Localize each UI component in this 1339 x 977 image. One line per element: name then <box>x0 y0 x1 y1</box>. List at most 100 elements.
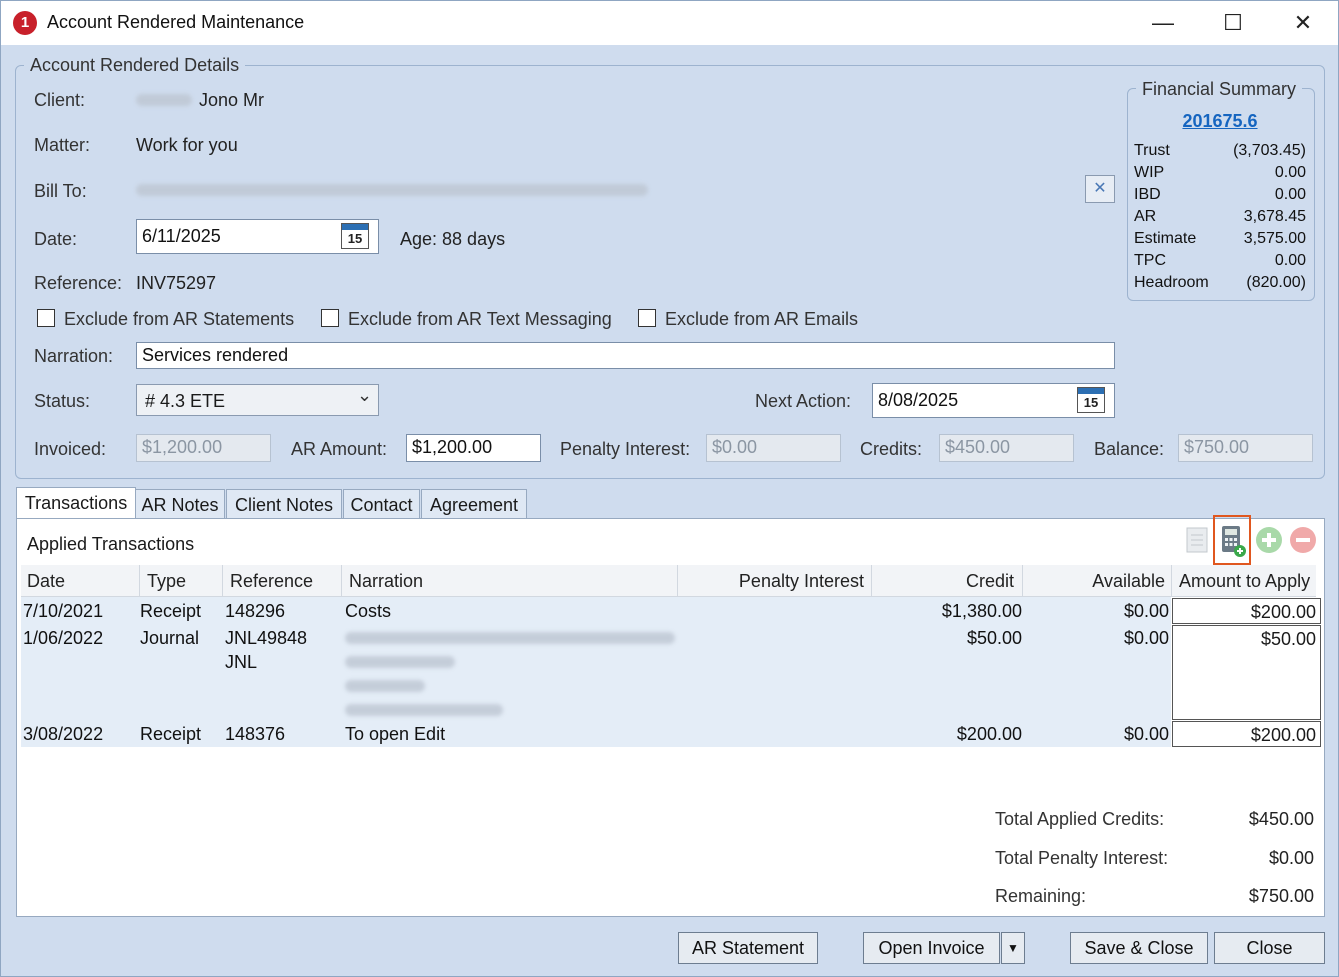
remove-icon[interactable] <box>1288 525 1318 555</box>
col-narration[interactable]: Narration <box>349 567 423 595</box>
financial-summary-label: Headroom <box>1134 274 1209 291</box>
app-logo-icon: 1 <box>13 11 37 35</box>
status-select[interactable]: # 4.3 ETE ⌄ <box>136 384 379 416</box>
tab-agreement[interactable]: Agreement <box>421 489 527 519</box>
calculator-add-button[interactable] <box>1213 515 1251 565</box>
row-date: 7/10/2021 <box>23 601 104 621</box>
exclude-emails-checkbox[interactable] <box>638 309 656 327</box>
total-applied-credits-label: Total Applied Credits: <box>995 809 1165 829</box>
billto-label: Bill To: <box>34 181 87 201</box>
row-date: 3/08/2022 <box>23 724 104 744</box>
report-icon <box>1186 527 1208 553</box>
amount-to-apply-input[interactable]: $200.00 <box>1172 598 1321 624</box>
tab-client-notes[interactable]: Client Notes <box>226 489 342 519</box>
col-date[interactable]: Date <box>27 567 65 595</box>
financial-summary-value: 3,575.00 <box>1243 230 1306 247</box>
date-label: Date: <box>34 229 78 249</box>
row-narration-redacted <box>345 704 503 716</box>
balance-label: Balance: <box>1094 439 1165 459</box>
matter-value: Work for you <box>136 135 238 155</box>
col-reference[interactable]: Reference <box>230 567 313 595</box>
row-available: $0.00 <box>1123 724 1169 744</box>
row-type: Receipt <box>140 601 202 621</box>
chevron-down-icon: ⌄ <box>357 385 373 405</box>
status-value: # 4.3 ETE <box>145 391 226 411</box>
financial-summary-value: 0.00 <box>1274 252 1306 269</box>
exclude-text-label[interactable]: Exclude from AR Text Messaging <box>348 309 612 330</box>
exclude-statements-checkbox[interactable] <box>37 309 55 327</box>
maximize-button[interactable]: ☐ <box>1211 7 1255 39</box>
row-reference: 148376 <box>225 724 286 744</box>
details-legend: Account Rendered Details <box>24 55 246 76</box>
row-credit: $1,380.00 <box>941 601 1022 621</box>
row-type: Journal <box>140 628 200 648</box>
calculator-add-icon <box>1222 526 1246 557</box>
ar-statement-button[interactable]: AR Statement <box>678 932 818 964</box>
invoiced-label: Invoiced: <box>34 439 107 459</box>
column-divider <box>222 565 223 596</box>
row-date: 1/06/2022 <box>23 628 104 648</box>
close-window-button[interactable]: ✕ <box>1281 7 1325 39</box>
credits-label: Credits: <box>860 439 923 459</box>
col-credit[interactable]: Credit <box>871 567 1014 595</box>
narration-input[interactable]: Services rendered <box>136 342 1115 369</box>
financial-summary-label: Trust <box>1134 142 1170 159</box>
financial-summary-legend: Financial Summary <box>1136 79 1303 100</box>
client-value: Jono Mr <box>199 90 265 110</box>
row-credit: $50.00 <box>966 628 1022 648</box>
col-penalty-interest[interactable]: Penalty Interest <box>677 567 864 595</box>
row-narration: To open Edit <box>345 724 446 744</box>
balance-input: $750.00 <box>1178 434 1313 462</box>
financial-summary-value: 0.00 <box>1274 164 1306 181</box>
minimize-button[interactable]: — <box>1141 7 1185 39</box>
save-close-button[interactable]: Save & Close <box>1070 932 1208 964</box>
open-invoice-dropdown-button[interactable]: ▼ <box>1001 932 1025 964</box>
col-type[interactable]: Type <box>147 567 186 595</box>
row-available: $0.00 <box>1123 628 1169 648</box>
row-narration-redacted <box>345 656 455 668</box>
close-button[interactable]: Close <box>1214 932 1325 964</box>
remaining-label: Remaining: <box>995 886 1087 906</box>
financial-summary-value: 0.00 <box>1274 186 1306 203</box>
tab-ar-notes[interactable]: AR Notes <box>135 489 225 519</box>
penalty-interest-label: Penalty Interest: <box>560 439 691 459</box>
next-action-calendar-button[interactable]: 15 <box>1077 387 1105 413</box>
status-label: Status: <box>34 391 91 411</box>
total-penalty-interest-value: $0.00 <box>1268 848 1314 868</box>
add-icon[interactable] <box>1254 525 1284 555</box>
calendar-day: 15 <box>1083 395 1099 410</box>
client-surname-redacted <box>136 94 192 106</box>
clear-billto-button[interactable]: ✕ <box>1085 175 1115 203</box>
exclude-statements-label[interactable]: Exclude from AR Statements <box>64 309 294 330</box>
remaining-value: $750.00 <box>1248 886 1314 906</box>
narration-label: Narration: <box>34 346 114 366</box>
exclude-emails-label[interactable]: Exclude from AR Emails <box>665 309 858 330</box>
exclude-text-checkbox[interactable] <box>321 309 339 327</box>
calendar-icon <box>342 224 368 230</box>
penalty-interest-input: $0.00 <box>706 434 841 462</box>
open-invoice-button[interactable]: Open Invoice <box>863 932 1000 964</box>
row-credit: $200.00 <box>956 724 1022 744</box>
financial-summary-value: (820.00) <box>1246 274 1306 291</box>
ar-amount-input[interactable]: $1,200.00 <box>406 434 541 462</box>
title-bar: 1 Account Rendered Maintenance — ☐ ✕ <box>1 1 1338 45</box>
column-divider <box>139 565 140 596</box>
reference-value: INV75297 <box>136 273 217 293</box>
row-narration: Costs <box>345 601 392 621</box>
tab-contact[interactable]: Contact <box>343 489 420 519</box>
financial-summary-label: TPC <box>1134 252 1166 269</box>
client-label: Client: <box>34 90 86 110</box>
col-amount-to-apply[interactable]: Amount to Apply <box>1179 567 1310 595</box>
col-available[interactable]: Available <box>1022 567 1165 595</box>
row-reference-line2: JNL <box>225 652 258 672</box>
financial-summary-label: WIP <box>1134 164 1165 181</box>
applied-transactions-heading: Applied Transactions <box>27 534 195 554</box>
date-calendar-button[interactable]: 15 <box>341 223 369 249</box>
amount-to-apply-input[interactable]: $50.00 <box>1172 625 1321 720</box>
row-narration-redacted <box>345 680 425 692</box>
amount-to-apply-input[interactable]: $200.00 <box>1172 721 1321 747</box>
tab-transactions[interactable]: Transactions <box>16 487 136 519</box>
column-divider <box>1171 565 1172 596</box>
financial-summary-label: Estimate <box>1134 230 1197 247</box>
matter-number-link[interactable]: 201675.6 <box>1127 111 1313 132</box>
